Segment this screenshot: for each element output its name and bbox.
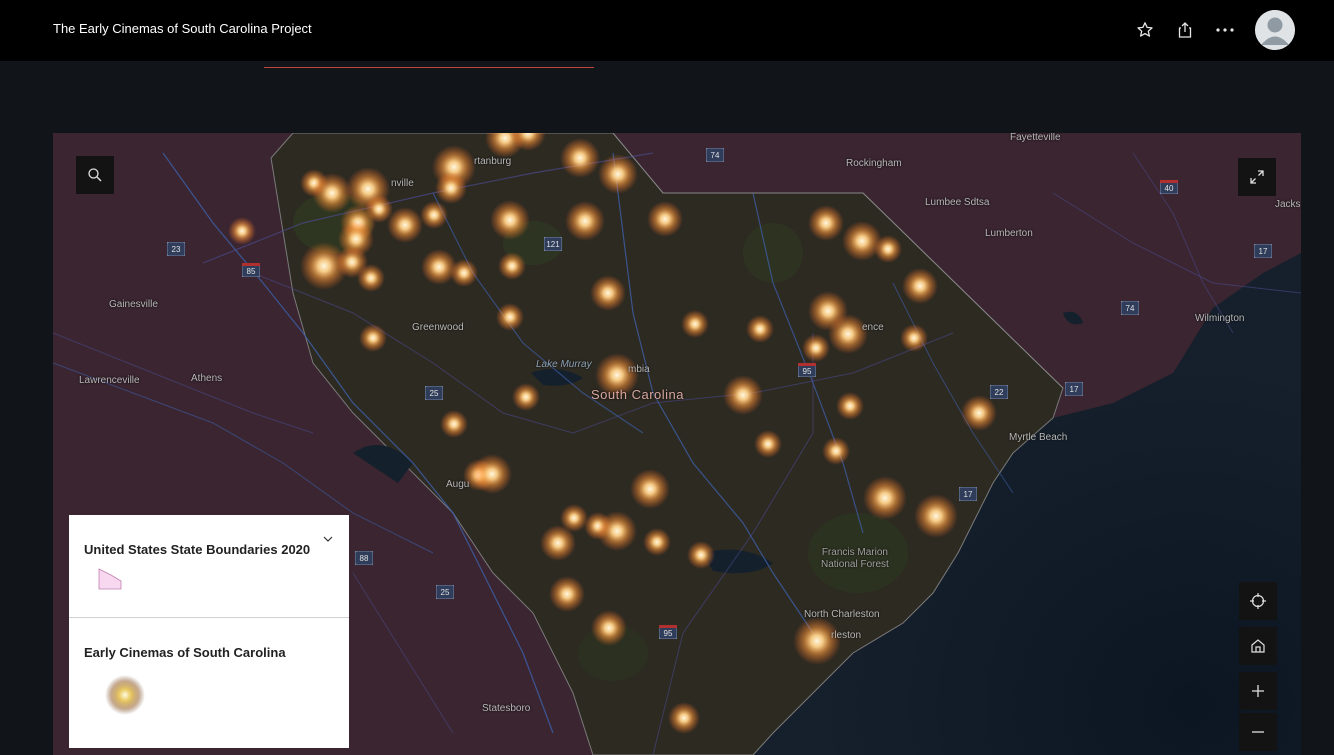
place-label: rtanburg — [474, 156, 512, 167]
fullscreen-button[interactable] — [1238, 158, 1276, 196]
zoom-in-button[interactable] — [1239, 672, 1277, 710]
place-label: North Charleston — [804, 609, 880, 620]
legend-divider — [69, 617, 349, 618]
route-shield: 22 — [990, 385, 1008, 399]
route-shield: 40 — [1160, 180, 1178, 194]
svg-text:17: 17 — [1259, 247, 1268, 256]
svg-text:74: 74 — [1126, 304, 1135, 313]
expand-icon — [1250, 170, 1264, 184]
svg-text:25: 25 — [441, 588, 450, 597]
route-shield: 88 — [355, 551, 373, 565]
app-title: The Early Cinemas of South Carolina Proj… — [53, 21, 312, 36]
chevron-down-icon[interactable] — [323, 529, 333, 547]
top-bar: The Early Cinemas of South Carolina Proj… — [0, 0, 1334, 61]
route-shield: 95 — [659, 625, 677, 639]
legend-layer-title: Early Cinemas of South Carolina — [84, 645, 286, 660]
place-label: rleston — [831, 630, 862, 641]
more-icon[interactable] — [1215, 20, 1235, 40]
svg-text:88: 88 — [360, 554, 369, 563]
tab-underline — [264, 67, 594, 68]
route-shield: 25 — [436, 585, 454, 599]
svg-text:95: 95 — [803, 367, 812, 376]
locate-button[interactable] — [1239, 582, 1277, 620]
route-shield: 74 — [1121, 301, 1139, 315]
place-label: mbia — [628, 364, 650, 375]
place-label: Athens — [191, 373, 223, 384]
place-label: Augu — [446, 479, 470, 490]
star-icon[interactable] — [1135, 20, 1155, 40]
svg-text:17: 17 — [964, 490, 973, 499]
search-button[interactable] — [76, 156, 114, 194]
route-shield: 85 — [242, 263, 260, 277]
route-shield: 17 — [1065, 382, 1083, 396]
legend-panel: United States State Boundaries 2020 Earl… — [69, 515, 349, 748]
svg-text:23: 23 — [172, 245, 181, 254]
route-shield: 25 — [425, 386, 443, 400]
search-icon — [88, 168, 102, 182]
share-icon[interactable] — [1175, 20, 1195, 40]
place-label: Rockingham — [846, 158, 902, 169]
place-label: Myrtle Beach — [1009, 432, 1068, 443]
place-label: Lawrenceville — [79, 375, 140, 386]
minus-icon — [1252, 731, 1264, 733]
zoom-out-button[interactable] — [1239, 713, 1277, 751]
route-shield: 121 — [544, 237, 562, 251]
place-label: Greenwood — [412, 322, 464, 333]
place-label: Lumbee Sdtsa — [925, 197, 990, 208]
forest-label: Francis Marion National Forest — [821, 547, 889, 570]
place-label: ence — [862, 322, 884, 333]
place-label: Statesboro — [482, 703, 531, 714]
state-label: South Carolina — [591, 387, 684, 402]
route-shield: 17 — [959, 487, 977, 501]
svg-text:17: 17 — [1070, 385, 1079, 394]
heat-point-swatch — [105, 675, 145, 715]
avatar[interactable] — [1255, 10, 1295, 50]
place-label: Lumberton — [985, 228, 1033, 239]
place-label: Jacks — [1275, 199, 1301, 210]
plus-icon — [1252, 685, 1264, 697]
place-label: Fayetteville — [1010, 133, 1061, 143]
water-label: Lake Murray — [536, 359, 592, 370]
place-label: Gainesville — [109, 299, 158, 310]
home-icon — [1251, 639, 1265, 653]
route-shield: 17 — [1254, 244, 1272, 258]
svg-text:95: 95 — [664, 629, 673, 638]
svg-text:85: 85 — [247, 267, 256, 276]
legend-layer-title: United States State Boundaries 2020 — [84, 542, 311, 557]
route-shield: 95 — [798, 363, 816, 377]
svg-text:121: 121 — [546, 240, 560, 249]
route-shield: 74 — [706, 148, 724, 162]
polygon-swatch — [98, 568, 122, 590]
svg-text:25: 25 — [430, 389, 439, 398]
route-shield: 23 — [167, 242, 185, 256]
place-label: nville — [391, 178, 414, 189]
crosshair-icon — [1250, 593, 1266, 609]
home-button[interactable] — [1239, 627, 1277, 665]
svg-text:40: 40 — [1165, 184, 1174, 193]
place-label: Wilmington — [1195, 313, 1245, 324]
svg-text:22: 22 — [995, 388, 1004, 397]
svg-text:74: 74 — [711, 151, 720, 160]
